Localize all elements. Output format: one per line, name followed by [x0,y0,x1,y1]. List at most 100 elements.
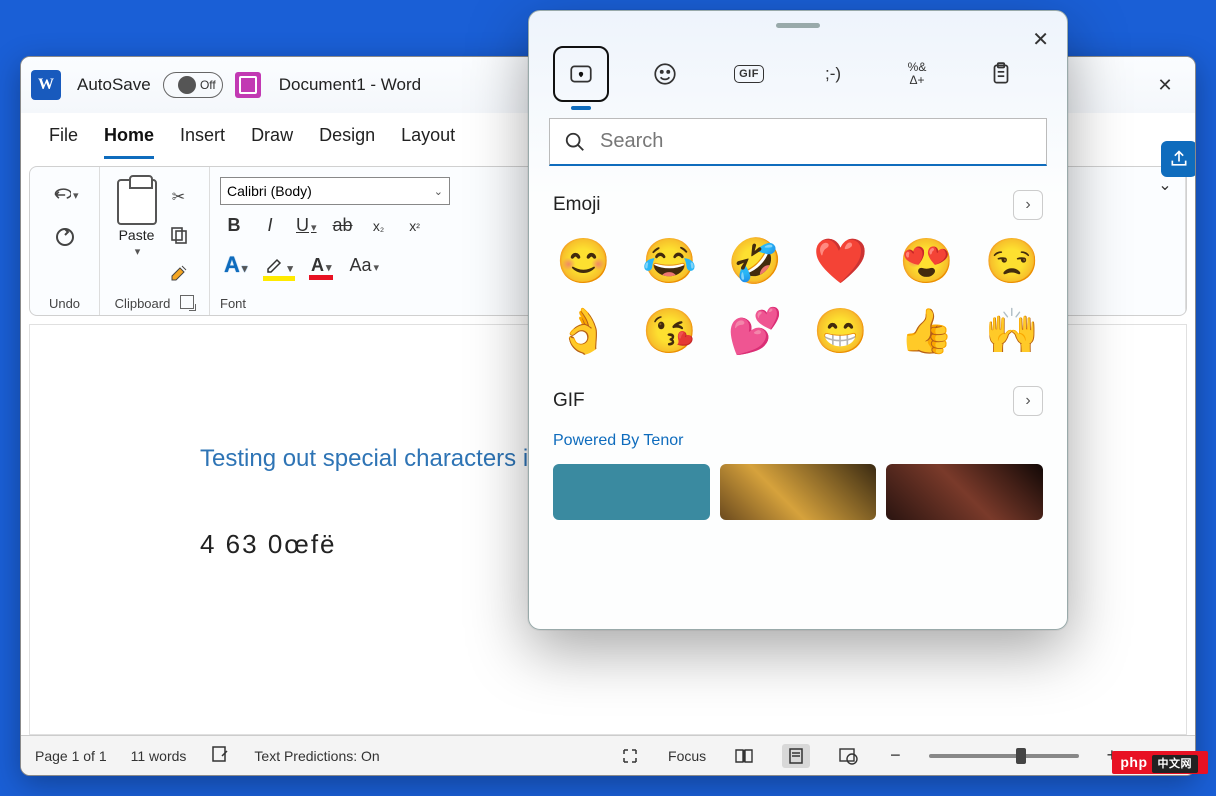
paste-button[interactable]: Paste ▾ [117,179,157,258]
zoom-out-button[interactable]: − [886,745,905,766]
tab-layout[interactable]: Layout [401,125,455,159]
gif-powered-by: Powered By Tenor [549,428,1047,464]
gif-more-button[interactable]: › [1013,386,1043,416]
gif-thumb[interactable] [553,464,710,520]
gif-icon: GIF [734,65,764,83]
window-close-button[interactable]: ✕ [1145,65,1185,105]
statusbar: Page 1 of 1 11 words Text Predictions: O… [21,735,1195,775]
tab-emoji[interactable] [637,46,693,102]
gif-row [549,464,1047,530]
chevron-down-icon: ▾ [73,189,79,202]
underline-glyph: U [296,215,309,235]
zoom-thumb[interactable] [1016,748,1026,764]
read-mode-button[interactable] [730,744,758,768]
clipboard-group-label: Clipboard [115,292,171,311]
text-effects-button[interactable]: A▾ [224,252,247,278]
undo-group-label: Undo [49,292,80,311]
zoom-slider[interactable] [929,754,1079,758]
change-case-button[interactable]: Aa▾ [349,255,379,276]
gif-section-title: GIF [553,390,585,412]
gif-thumb[interactable] [720,464,877,520]
bold-button[interactable]: B [224,215,244,236]
gif-thumb[interactable] [886,464,1043,520]
font-name-value: Calibri (Body) [227,183,312,199]
copy-button[interactable] [165,221,193,249]
web-layout-button[interactable] [834,744,862,768]
emoji-panel: ✕ GIF ;-) %& Δ+ Emoji › 😊 😂 � [528,10,1068,630]
emoji-panel-tabs: GIF ;-) %& Δ+ [529,36,1067,118]
emoji-item[interactable]: 🤣 [724,240,786,284]
emoji-search[interactable] [549,118,1047,166]
highlight-button[interactable]: ▾ [265,254,293,277]
repeat-button[interactable] [51,223,79,251]
font-color-glyph: A [311,255,324,275]
emoji-item[interactable]: 😊 [553,240,615,284]
font-name-select[interactable]: Calibri (Body) ⌄ [220,177,450,205]
emoji-panel-body: Emoji › 😊 😂 🤣 ❤️ 😍 😒 👌 😘 💕 😁 👍 🙌 GIF › P… [529,166,1067,629]
save-icon[interactable] [235,72,261,98]
emoji-grid: 😊 😂 🤣 ❤️ 😍 😒 👌 😘 💕 😁 👍 🙌 [549,232,1047,378]
tab-kaomoji[interactable]: ;-) [805,46,861,102]
print-layout-button[interactable] [782,744,810,768]
emoji-item[interactable]: 👌 [553,310,615,354]
chevron-right-icon: › [1025,196,1030,214]
smiley-icon [652,61,678,87]
tab-home[interactable]: Home [104,125,154,159]
drag-handle[interactable] [776,23,820,28]
superscript-button[interactable]: x [405,218,425,234]
tab-symbols[interactable]: %& Δ+ [889,46,945,102]
tab-insert[interactable]: Insert [180,125,225,159]
clipboard-dialog-launcher[interactable] [180,295,194,309]
close-icon: ✕ [1032,29,1049,51]
watermark-badge: php中文网 [1112,751,1208,774]
status-page[interactable]: Page 1 of 1 [35,748,107,764]
tab-gif[interactable]: GIF [721,46,777,102]
status-proofing-icon[interactable] [210,744,230,767]
autosave-label: AutoSave [77,75,151,95]
emoji-panel-close-button[interactable]: ✕ [1032,27,1049,52]
emoji-item[interactable]: ❤️ [810,240,872,284]
underline-button[interactable]: U▾ [296,215,317,236]
autosave-toggle[interactable]: Off [163,72,223,98]
word-icon-letter: W [38,76,54,94]
chevron-down-icon: ▾ [374,262,380,274]
emoji-more-button[interactable]: › [1013,190,1043,220]
emoji-item[interactable]: 🙌 [981,310,1043,354]
emoji-item[interactable]: 😁 [810,310,872,354]
strike-button[interactable]: ab [333,215,353,236]
format-painter-button[interactable] [165,259,193,287]
symbols-icon: %& Δ+ [908,61,927,87]
tab-file[interactable]: File [49,125,78,159]
emoji-item[interactable]: 😍 [896,240,958,284]
emoji-search-input[interactable] [600,130,1032,153]
emoji-item[interactable]: 😒 [981,240,1043,284]
undo-button[interactable]: ▾ [51,181,79,209]
recent-icon [568,61,594,87]
section-header-emoji: Emoji › [549,182,1047,232]
status-words[interactable]: 11 words [131,748,187,764]
tab-clipboard-history[interactable] [973,46,1029,102]
font-color-button[interactable]: A▾ [311,255,332,276]
text-effects-glyph: A [224,252,240,277]
document-title: Document1 - Word [279,75,421,95]
share-button[interactable] [1161,141,1196,177]
chevron-right-icon: › [1025,392,1030,410]
emoji-item[interactable]: 💕 [724,310,786,354]
tab-design[interactable]: Design [319,125,375,159]
chevron-down-icon: ▾ [287,263,293,275]
share-icon [1169,149,1189,169]
cut-button[interactable]: ✂ [165,183,193,211]
emoji-item[interactable]: 👍 [896,310,958,354]
clipboard-icon [117,179,157,225]
status-predictions[interactable]: Text Predictions: On [254,748,379,764]
focus-mode-button[interactable] [616,744,644,768]
emoji-item[interactable]: 😘 [639,310,701,354]
tab-draw[interactable]: Draw [251,125,293,159]
chevron-down-icon: ▾ [311,222,317,234]
subscript-button[interactable]: x [369,218,389,234]
tab-recent[interactable] [553,46,609,102]
chevron-down-icon: ▾ [135,245,141,258]
emoji-item[interactable]: 😂 [639,240,701,284]
focus-label[interactable]: Focus [668,748,706,764]
italic-button[interactable]: I [260,215,280,236]
